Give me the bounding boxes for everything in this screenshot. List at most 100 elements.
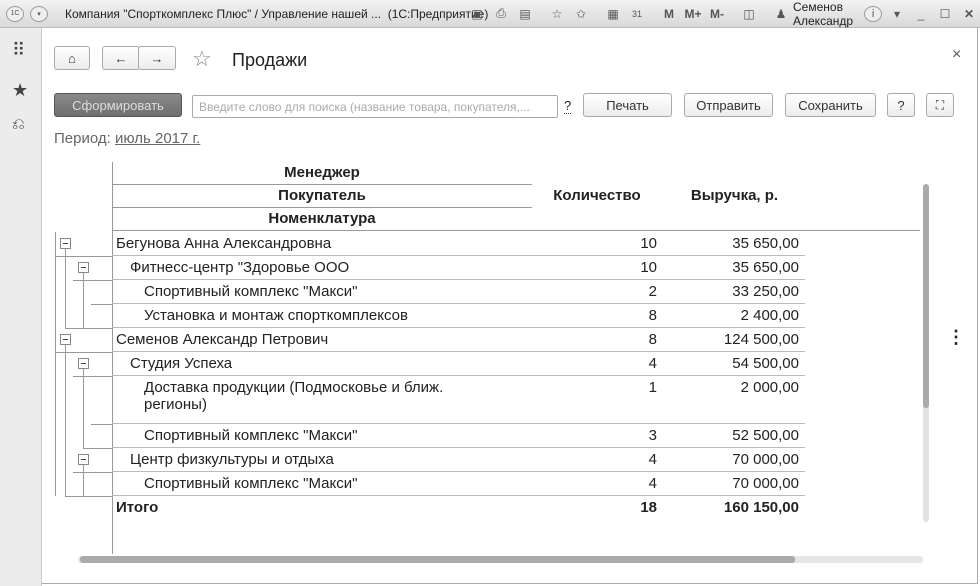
row-qty: 8 (648, 331, 657, 348)
row-name: Спортивный комплекс "Макси" (144, 283, 358, 300)
row-sum: 2 000,00 (740, 379, 799, 396)
save-icon[interactable]: ▣ (468, 5, 486, 23)
help-button[interactable]: ? (887, 93, 915, 117)
row-sum: 35 650,00 (732, 235, 799, 252)
horizontal-scrollbar[interactable] (78, 556, 923, 563)
row-name: Центр физкультуры и отдыха (130, 451, 334, 468)
panels-icon[interactable]: ◫ (740, 5, 758, 23)
forward-button[interactable]: → (138, 46, 176, 70)
table-row[interactable]: Студия Успеха 4 54 500,00 (112, 352, 805, 376)
period-label: Период: (54, 130, 111, 147)
row-name: Семенов Александр Петрович (116, 331, 329, 348)
table-row[interactable]: Бегунова Анна Александровна 10 35 650,00 (112, 232, 805, 256)
collapse-group-icon[interactable] (78, 454, 89, 465)
chevron-down-icon[interactable]: ▾ (888, 5, 906, 23)
sidebar: ⠿ ★ ⎌ (0, 28, 42, 586)
title-bar: 1С ▾ Компания "Спорткомплекс Плюс" / Упр… (0, 0, 980, 28)
row-sum: 2 400,00 (740, 307, 799, 324)
table-row[interactable]: Семенов Александр Петрович 8 124 500,00 (112, 328, 805, 352)
table-row[interactable]: Спортивный комплекс "Макси" 2 33 250,00 (112, 280, 805, 304)
collapse-group-icon[interactable] (78, 262, 89, 273)
table-row[interactable]: Фитнесс-центр "Здоровье ООО 10 35 650,00 (112, 256, 805, 280)
table-row[interactable]: Спортивный комплекс "Макси" 4 70 000,00 (112, 472, 805, 496)
calendar-icon[interactable]: 31 (628, 5, 646, 23)
row-qty: 4 (648, 475, 657, 492)
favorites-star-icon[interactable]: ★ (12, 80, 28, 101)
page-title: Продажи (232, 50, 308, 70)
table-row[interactable]: Центр физкультуры и отдыха 4 70 000,00 (112, 448, 805, 472)
close-form-button[interactable]: × (952, 46, 961, 64)
favorite-star-icon[interactable]: ☆ (192, 46, 212, 72)
row-qty: 10 (640, 259, 657, 276)
user-name[interactable]: Семенов Александр (793, 0, 853, 28)
total-qty: 18 (640, 499, 657, 516)
row-sum: 35 650,00 (732, 259, 799, 276)
calculator-icon[interactable]: ▦ (604, 5, 622, 23)
favorites-icon[interactable]: ✩ (572, 5, 590, 23)
collapse-group-icon[interactable] (60, 334, 71, 345)
row-name: Студия Успеха (130, 355, 233, 372)
header-qty: Количество (553, 187, 641, 204)
generate-button[interactable]: Сформировать (54, 93, 182, 117)
main-menu-icon[interactable]: ▾ (30, 5, 48, 22)
fullscreen-button[interactable]: ⛶ (926, 93, 954, 117)
table-row[interactable]: Установка и монтаж спорткомплексов 8 2 400… (112, 304, 805, 328)
collapse-group-icon[interactable] (60, 238, 71, 249)
save-button[interactable]: Сохранить (785, 93, 876, 117)
back-button[interactable]: ← (102, 46, 140, 70)
header-revenue: Выручка, р. (690, 187, 779, 204)
row-qty: 2 (648, 283, 657, 300)
sections-icon[interactable]: ⠿ (12, 40, 25, 61)
minimize-icon[interactable]: _ (912, 5, 930, 23)
memory-plus-button[interactable]: M+ (684, 5, 702, 23)
row-sum: 70 000,00 (732, 451, 799, 468)
1c-logo-icon[interactable]: 1С (6, 5, 24, 22)
form: ⌂ ← → ☆ Продажи × Сформировать Введите с… (42, 28, 978, 584)
memory-button[interactable]: M (660, 5, 678, 23)
header-item: Номенклатура (268, 210, 376, 227)
memory-minus-button[interactable]: M- (708, 5, 726, 23)
preview-icon[interactable]: ▤ (516, 5, 534, 23)
row-sum: 52 500,00 (732, 427, 799, 444)
row-name: Доставка продукции (Подмосковье и ближ. … (144, 379, 444, 413)
maximize-icon[interactable]: ☐ (936, 5, 954, 23)
row-name: Бегунова Анна Александровна (116, 235, 332, 252)
vertical-scrollbar[interactable] (922, 170, 930, 545)
row-qty: 10 (640, 235, 657, 252)
window-title: Компания "Спорткомплекс Плюс" / Управлен… (65, 6, 489, 21)
table-row[interactable]: Доставка продукции (Подмосковье и ближ. … (112, 376, 805, 424)
total-sum: 160 150,00 (723, 499, 799, 516)
search-help-link[interactable]: ? (564, 98, 572, 114)
send-button[interactable]: Отправить (684, 93, 773, 117)
user-icon: ♟ (775, 6, 787, 21)
header-manager: Менеджер (284, 164, 360, 181)
total-row: Итого 18 160 150,00 (112, 496, 805, 520)
search-input[interactable]: Введите слово для поиска (название товар… (192, 95, 558, 118)
row-sum: 54 500,00 (732, 355, 799, 372)
favorites-add-icon[interactable]: ☆ (548, 5, 566, 23)
total-label: Итого (116, 499, 159, 516)
row-name: Фитнесс-центр "Здоровье ООО (130, 259, 350, 276)
row-sum: 33 250,00 (732, 283, 799, 300)
info-icon[interactable]: i (864, 5, 883, 22)
more-actions-icon[interactable]: ⋮ (947, 328, 965, 346)
print-button[interactable]: Печать (583, 93, 672, 117)
close-window-icon[interactable]: ✕ (960, 5, 978, 23)
print-icon[interactable]: ⎙ (492, 5, 510, 23)
header-buyer: Покупатель (278, 187, 366, 204)
row-qty: 1 (648, 379, 657, 396)
history-icon[interactable]: ⎌ (12, 116, 25, 134)
home-button[interactable]: ⌂ (54, 46, 90, 70)
collapse-group-icon[interactable] (78, 358, 89, 369)
row-qty: 4 (648, 451, 657, 468)
row-sum: 70 000,00 (732, 475, 799, 492)
row-name: Установка и монтаж спорткомплексов (144, 307, 408, 324)
row-name: Спортивный комплекс "Макси" (144, 475, 358, 492)
period-link[interactable]: июль 2017 г. (115, 130, 200, 147)
row-sum: 124 500,00 (723, 331, 799, 348)
table-row[interactable]: Спортивный комплекс "Макси" 3 52 500,00 (112, 424, 805, 448)
period: Период: июль 2017 г. (54, 130, 200, 147)
row-qty: 8 (648, 307, 657, 324)
row-name: Спортивный комплекс "Макси" (144, 427, 358, 444)
row-qty: 4 (648, 355, 657, 372)
